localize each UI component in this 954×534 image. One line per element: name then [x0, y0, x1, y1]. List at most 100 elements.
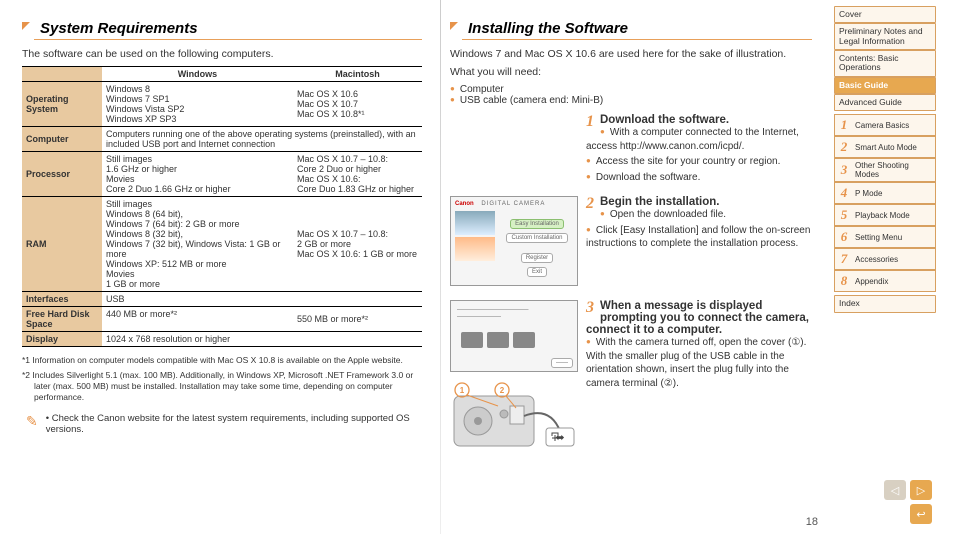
nav-sub-item[interactable]: 2 Smart Auto Mode [834, 136, 936, 158]
table-row: RAMStill images Windows 8 (64 bit), Wind… [22, 197, 422, 292]
install-intro: Windows 7 and Mac OS X 10.6 are used her… [450, 48, 812, 60]
row-value: 1024 x 768 resolution or higher [102, 332, 422, 347]
system-requirements-column: System Requirements The software can be … [0, 0, 440, 534]
custom-install-button: Custom Installation [506, 233, 567, 243]
dialog-button: —— [551, 358, 573, 368]
th-windows: Windows [102, 67, 293, 82]
step-1-number: 1 [586, 114, 594, 130]
table-row: Display1024 x 768 resolution or higher [22, 332, 422, 347]
nav-sub-number: 5 [837, 207, 851, 223]
row-label: RAM [22, 197, 102, 292]
step-item: Click [Easy Installation] and follow the… [586, 224, 812, 251]
tip-text: Check the Canon website for the latest s… [46, 413, 422, 435]
installer-screenshot-1: Canon DIGITAL CAMERA Easy Installation C… [450, 196, 578, 286]
nav-sub-item[interactable]: 5 Playback Mode [834, 204, 936, 226]
pencil-icon: ✎ [22, 413, 38, 430]
row-windows: Still images Windows 8 (64 bit), Windows… [102, 197, 293, 292]
nav-sub-item[interactable]: 8 Appendix [834, 270, 936, 292]
return-button[interactable]: ↩ [910, 504, 932, 524]
nav-sub-label: Appendix [855, 277, 933, 286]
table-row: Operating SystemWindows 8 Windows 7 SP1 … [22, 82, 422, 127]
step-item: With the camera turned off, open the cov… [586, 336, 812, 390]
row-label: Computer [22, 127, 102, 152]
th-macintosh: Macintosh [293, 67, 422, 82]
installer-thumb-img [455, 237, 495, 261]
nav-item[interactable]: Cover [834, 6, 936, 23]
installing-software-column: Installing the Software Windows 7 and Ma… [440, 0, 830, 534]
nav-sub-item[interactable]: 4P Mode [834, 182, 936, 204]
table-row: InterfacesUSB [22, 292, 422, 307]
row-windows: Still images 1.6 GHz or higher Movies Co… [102, 152, 293, 197]
nav-sub-number: 6 [837, 229, 851, 245]
prev-page-button[interactable]: ◁ [884, 480, 906, 500]
row-label: Display [22, 332, 102, 347]
step-1-title: Download the software. [600, 114, 729, 126]
row-mac: 550 MB or more*² [293, 307, 422, 332]
step-3-title: When a message is displayed prompting yo… [586, 300, 809, 336]
nav-item[interactable]: Basic Guide [834, 77, 936, 94]
table-row: Free Hard Disk Space440 MB or more*²550 … [22, 307, 422, 332]
page-number: 18 [806, 516, 818, 528]
nav-sub-number: 8 [837, 273, 851, 289]
next-page-button[interactable]: ▷ [910, 480, 932, 500]
column-divider [440, 0, 441, 534]
camera-icon [513, 332, 535, 348]
need-item: Computer [450, 84, 812, 95]
system-requirements-heading: System Requirements [22, 20, 422, 40]
svg-text:1: 1 [460, 386, 465, 395]
row-value: USB [102, 292, 422, 307]
installer-screenshot-2: ————————————————————— —— [450, 300, 578, 372]
easy-install-button: Easy Installation [510, 219, 564, 229]
step-3: ————————————————————— —— [450, 300, 812, 454]
nav-sub-item[interactable]: 3Other Shooting Modes [834, 158, 936, 182]
nav-sub-number: 4 [837, 185, 851, 201]
th-blank [22, 67, 102, 82]
footnote-2: *2 Includes Silverlight 5.1 (max. 100 MB… [22, 370, 422, 403]
nav-sub-number: 2 [837, 139, 851, 155]
nav-sub-label: Accessories [855, 255, 933, 264]
register-button: Register [521, 253, 553, 263]
row-mac: Mac OS X 10.6 Mac OS X 10.7 Mac OS X 10.… [293, 82, 422, 127]
installer-thumb-img [455, 211, 495, 235]
nav-sub-item[interactable]: 6Setting Menu [834, 226, 936, 248]
step-3-number: 3 [586, 300, 594, 316]
nav-sub-number: 3 [837, 162, 851, 178]
footnotes: *1 Information on computer models compat… [22, 355, 422, 403]
need-item: USB cable (camera end: Mini-B) [450, 95, 812, 106]
step-2-title: Begin the installation. [600, 196, 719, 208]
nav-sub-label: Camera Basics [855, 121, 933, 130]
table-row: ProcessorStill images 1.6 GHz or higher … [22, 152, 422, 197]
nav-sub-item[interactable]: 7 Accessories [834, 248, 936, 270]
row-label: Free Hard Disk Space [22, 307, 102, 332]
step-1: 1 Download the software. With a computer… [450, 114, 812, 186]
svg-text:2: 2 [500, 386, 505, 395]
step-item: Open the downloaded file. [586, 208, 812, 222]
row-label: Interfaces [22, 292, 102, 307]
step-item: With a computer connected to the Interne… [586, 126, 812, 153]
nav-index[interactable]: Index [834, 295, 936, 312]
nav-sub-number: 7 [837, 251, 851, 267]
step-2-number: 2 [586, 196, 594, 212]
needs-list: ComputerUSB cable (camera end: Mini-B) [450, 84, 812, 106]
nav-sub-label: Smart Auto Mode [855, 143, 933, 152]
requirements-table: Windows Macintosh Operating SystemWindow… [22, 66, 422, 347]
toc-sidebar: CoverPreliminary Notes and Legal Informa… [830, 0, 940, 534]
step-item: Download the software. [586, 171, 812, 185]
nav-sub-item[interactable]: 1Camera Basics [834, 114, 936, 136]
tip-block: ✎ Check the Canon website for the latest… [22, 413, 422, 435]
nav-item[interactable]: Preliminary Notes and Legal Information [834, 23, 936, 50]
row-mac: Mac OS X 10.7 – 10.8: Core 2 Duo or high… [293, 152, 422, 197]
row-label: Operating System [22, 82, 102, 127]
camera-icon [487, 332, 509, 348]
nav-item[interactable]: Contents: Basic Operations [834, 50, 936, 77]
step-2: Canon DIGITAL CAMERA Easy Installation C… [450, 196, 812, 290]
nav-sub-label: Playback Mode [855, 211, 933, 220]
row-mac: Mac OS X 10.7 – 10.8: 2 GB or more Mac O… [293, 197, 422, 292]
row-label: Processor [22, 152, 102, 197]
sysreq-intro: The software can be used on the followin… [22, 48, 422, 60]
row-windows: 440 MB or more*² [102, 307, 293, 332]
nav-sub-label: Other Shooting Modes [855, 161, 933, 179]
camera-icon [461, 332, 483, 348]
camera-connection-diagram: 1 2 ⬌ [450, 376, 578, 454]
nav-item[interactable]: Advanced Guide [834, 94, 936, 111]
